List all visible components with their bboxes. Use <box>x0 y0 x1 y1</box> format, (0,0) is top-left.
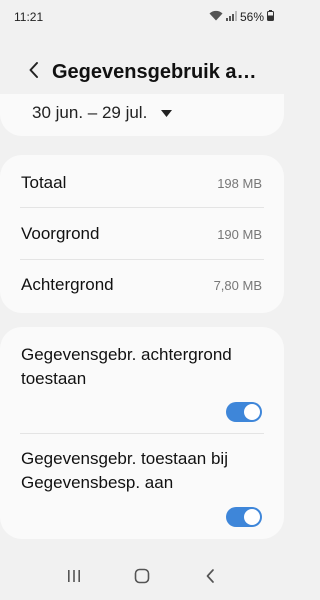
status-time: 11:21 <box>14 10 44 24</box>
date-range-label: 30 jun. – 29 jul. <box>32 103 148 122</box>
switch-knob <box>244 404 260 420</box>
back-nav-button[interactable] <box>190 558 230 598</box>
page-title: Gegevensgebruik a… <box>52 60 257 83</box>
back-icon <box>205 568 215 589</box>
toggle-background-data[interactable]: Gegevensgebr. achtergrond toestaan <box>0 327 284 433</box>
chevron-left-icon <box>28 61 40 84</box>
status-bar: 11:21 56% <box>0 0 284 34</box>
usage-row-total: Totaal 198 MB <box>0 157 284 209</box>
status-icons: 56% <box>209 10 274 24</box>
switch-knob <box>244 509 260 525</box>
toggle-data-saver[interactable]: Gegevensgebr. toestaan bij Gegevensbesp.… <box>0 434 284 539</box>
triangle-down-icon <box>161 104 173 122</box>
usage-row-foreground: Voorgrond 190 MB <box>0 208 284 260</box>
home-button[interactable] <box>122 558 162 598</box>
usage-value: 198 MB <box>217 175 262 191</box>
data-saver-switch[interactable] <box>226 507 262 527</box>
usage-label: Achtergrond <box>21 275 114 294</box>
battery-icon <box>267 10 274 24</box>
battery-percentage: 56% <box>239 10 264 24</box>
navigation-bar <box>0 556 284 600</box>
usage-card: Totaal 198 MB Voorgrond 190 MB Achtergro… <box>0 155 284 313</box>
usage-row-background: Achtergrond 7,80 MB <box>0 259 284 311</box>
usage-value: 190 MB <box>217 226 262 242</box>
date-range-dropdown[interactable]: 30 jun. – 29 jul. <box>32 100 173 126</box>
recents-icon <box>67 569 81 587</box>
wifi-icon <box>209 10 223 24</box>
recents-button[interactable] <box>54 558 94 598</box>
app-header: Gegevensgebruik a… <box>0 52 284 92</box>
toggle-label: Gegevensgebr. achtergrond toestaan <box>21 345 232 388</box>
usage-label: Voorgrond <box>21 224 100 243</box>
usage-label: Totaal <box>21 173 67 192</box>
toggle-label: Gegevensgebr. toestaan bij Gegevensbesp.… <box>21 449 228 492</box>
back-button[interactable] <box>14 52 54 92</box>
signal-icon <box>225 10 237 24</box>
home-icon <box>134 568 150 589</box>
toggles-card: Gegevensgebr. achtergrond toestaan Gegev… <box>0 327 284 539</box>
usage-value: 7,80 MB <box>213 277 262 293</box>
background-data-switch[interactable] <box>226 402 262 422</box>
